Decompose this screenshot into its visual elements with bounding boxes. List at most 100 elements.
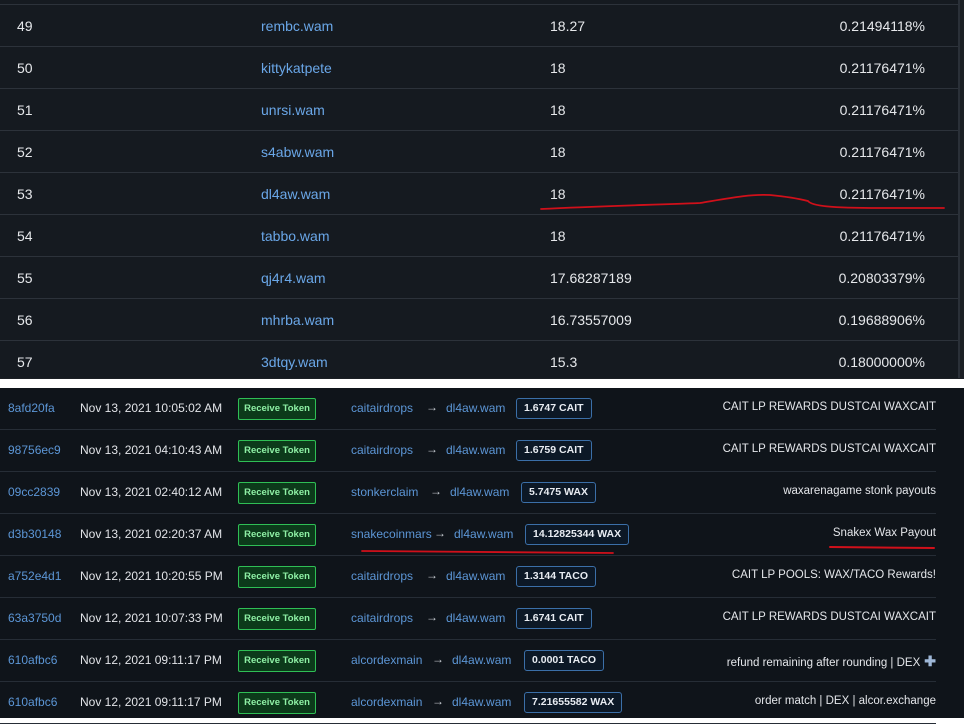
tx-amount-badge: 7.21655582 WAX [524, 692, 623, 713]
tx-hash-link[interactable]: 98756ec9 [8, 443, 61, 457]
holder-percent: 0.19688906% [838, 312, 925, 328]
tx-memo: order match | DEX | alcor.exchange [754, 695, 936, 707]
holder-amount: 18 [550, 144, 566, 160]
holder-account-link[interactable]: s4abw.wam [261, 143, 334, 161]
holder-percent: 0.21176471% [839, 186, 925, 202]
holder-account-link[interactable]: kittykatpete [261, 59, 332, 77]
tx-from-link[interactable]: caitairdrops [351, 401, 413, 415]
action-badge: Receive Token [238, 650, 316, 672]
screenshot-divider [0, 379, 964, 388]
holder-percent: 0.21494118% [839, 18, 925, 34]
tx-to-link[interactable]: dl4aw.wam [446, 401, 505, 415]
action-badge: Receive Token [238, 440, 316, 462]
transactions-panel: 8afd20fa Nov 13, 2021 10:05:02 AM Receiv… [0, 388, 964, 724]
tx-from-link[interactable]: stonkerclaim [351, 485, 418, 499]
tx-to-link[interactable]: dl4aw.wam [454, 527, 513, 541]
holders-panel: 49 rembc.wam 18.27 0.21494118% 50 kittyk… [0, 0, 964, 382]
tx-hash-link[interactable]: 610afbc6 [8, 695, 57, 709]
arrow-right-icon: → [426, 610, 438, 624]
tx-memo: Snakex Wax Payout [832, 527, 936, 539]
tx-amount-badge: 1.6759 CAIT [516, 440, 592, 461]
holder-rank: 49 [17, 18, 33, 34]
holder-percent: 0.21176471% [839, 228, 925, 244]
tx-to-link[interactable]: dl4aw.wam [446, 443, 505, 457]
action-badge: Receive Token [238, 566, 316, 588]
tx-from-link[interactable]: caitairdrops [351, 569, 413, 583]
tx-amount-badge: 1.3144 TACO [516, 566, 596, 587]
holder-account-link[interactable]: qj4r4.wam [261, 269, 326, 287]
holder-rank: 53 [17, 186, 33, 202]
tx-hash-link[interactable]: 63a3750d [8, 611, 61, 625]
tx-date: Nov 12, 2021 09:11:17 PM [80, 653, 222, 667]
holder-account-link[interactable]: dl4aw.wam [261, 185, 330, 203]
tx-amount-badge: 1.6741 CAIT [516, 608, 592, 629]
holder-account-link[interactable]: tabbo.wam [261, 227, 329, 245]
tx-from-link[interactable]: caitairdrops [351, 611, 413, 625]
tx-row: 98756ec9 Nov 13, 2021 04:10:43 AM Receiv… [0, 430, 936, 472]
tx-hash-link[interactable]: d3b30148 [8, 527, 61, 541]
tx-to-link[interactable]: dl4aw.wam [450, 485, 509, 499]
holder-row: 54 tabbo.wam 18 0.21176471% [0, 214, 958, 257]
tx-to-link[interactable]: dl4aw.wam [446, 611, 505, 625]
holders-table: 49 rembc.wam 18.27 0.21494118% 50 kittyk… [0, 0, 960, 378]
tx-date: Nov 12, 2021 09:11:17 PM [80, 695, 222, 709]
holder-row: 55 qj4r4.wam 17.68287189 0.20803379% [0, 256, 958, 299]
tx-row: a752e4d1 Nov 12, 2021 10:20:55 PM Receiv… [0, 556, 936, 598]
tx-date: Nov 13, 2021 02:20:37 AM [80, 527, 223, 541]
action-badge: Receive Token [238, 608, 316, 630]
holder-percent: 0.21176471% [839, 102, 925, 118]
holder-amount: 18 [550, 102, 566, 118]
tx-to-link[interactable]: dl4aw.wam [452, 695, 511, 709]
tx-hash-link[interactable]: 09cc2839 [8, 485, 60, 499]
holder-amount: 18 [550, 60, 566, 76]
tx-hash-link[interactable]: 8afd20fa [8, 401, 55, 415]
tx-memo-text: refund remaining after rounding | DEX [726, 657, 921, 669]
tx-to-link[interactable]: dl4aw.wam [452, 653, 511, 667]
tx-from-link[interactable]: caitairdrops [351, 443, 413, 457]
holder-rank: 55 [17, 270, 33, 286]
arrow-right-icon: → [426, 400, 438, 414]
tx-row-highlighted: d3b30148 Nov 13, 2021 02:20:37 AM Receiv… [0, 514, 936, 556]
holder-account-link[interactable]: unrsi.wam [261, 101, 325, 119]
arrow-right-icon: → [426, 442, 438, 456]
tx-hash-link[interactable]: a752e4d1 [8, 569, 61, 583]
arrow-right-icon: → [426, 568, 438, 582]
tx-from-link[interactable]: alcordexmain [351, 695, 422, 709]
action-badge: Receive Token [238, 398, 316, 420]
tx-date: Nov 13, 2021 02:40:12 AM [80, 485, 223, 499]
tx-hash-link[interactable]: 610afbc6 [8, 653, 57, 667]
holder-percent: 0.18000000% [838, 354, 925, 370]
holder-rank: 57 [17, 354, 33, 370]
tx-memo: waxarenagame stonk payouts [783, 485, 936, 497]
holder-amount: 16.73557009 [550, 312, 632, 328]
holder-account-link[interactable]: rembc.wam [261, 17, 333, 35]
arrow-right-icon: → [432, 694, 444, 708]
holder-account-link[interactable]: 3dtqy.wam [261, 353, 328, 371]
arrow-right-icon: → [430, 484, 442, 498]
tx-to-link[interactable]: dl4aw.wam [446, 569, 505, 583]
tx-amount-badge: 14.12825344 WAX [525, 524, 630, 545]
tx-date: Nov 12, 2021 10:07:33 PM [80, 611, 223, 625]
holder-row-highlighted: 53 dl4aw.wam 18 0.21176471% [0, 172, 958, 215]
tx-from-link[interactable]: snakecoinmars [351, 527, 432, 541]
holder-account-link[interactable]: mhrba.wam [261, 311, 334, 329]
tx-memo: CAIT LP POOLS: WAX/TACO Rewards! [731, 569, 936, 581]
holder-row: 52 s4abw.wam 18 0.21176471% [0, 130, 958, 173]
plus-icon[interactable]: ✚ [924, 653, 936, 669]
holder-amount: 15.3 [550, 354, 578, 370]
holder-row: 56 mhrba.wam 16.73557009 0.19688906% [0, 298, 958, 341]
holder-rank: 54 [17, 228, 33, 244]
tx-date: Nov 12, 2021 10:20:55 PM [80, 569, 223, 583]
tx-from-link[interactable]: alcordexmain [351, 653, 422, 667]
holder-row: 51 unrsi.wam 18 0.21176471% [0, 88, 958, 131]
holder-percent: 0.20803379% [838, 270, 925, 286]
holder-percent: 0.21176471% [839, 60, 925, 76]
tx-memo: CAIT LP REWARDS DUSTCAI WAXCAIT [722, 611, 936, 623]
tx-amount-badge: 1.6747 CAIT [516, 398, 592, 419]
holder-row: 49 rembc.wam 18.27 0.21494118% [0, 4, 958, 47]
holder-amount: 17.68287189 [550, 270, 632, 286]
holder-amount: 18 [550, 228, 566, 244]
action-badge: Receive Token [238, 692, 316, 714]
holder-row: 50 kittykatpete 18 0.21176471% [0, 46, 958, 89]
tx-memo: CAIT LP REWARDS DUSTCAI WAXCAIT [722, 401, 936, 413]
